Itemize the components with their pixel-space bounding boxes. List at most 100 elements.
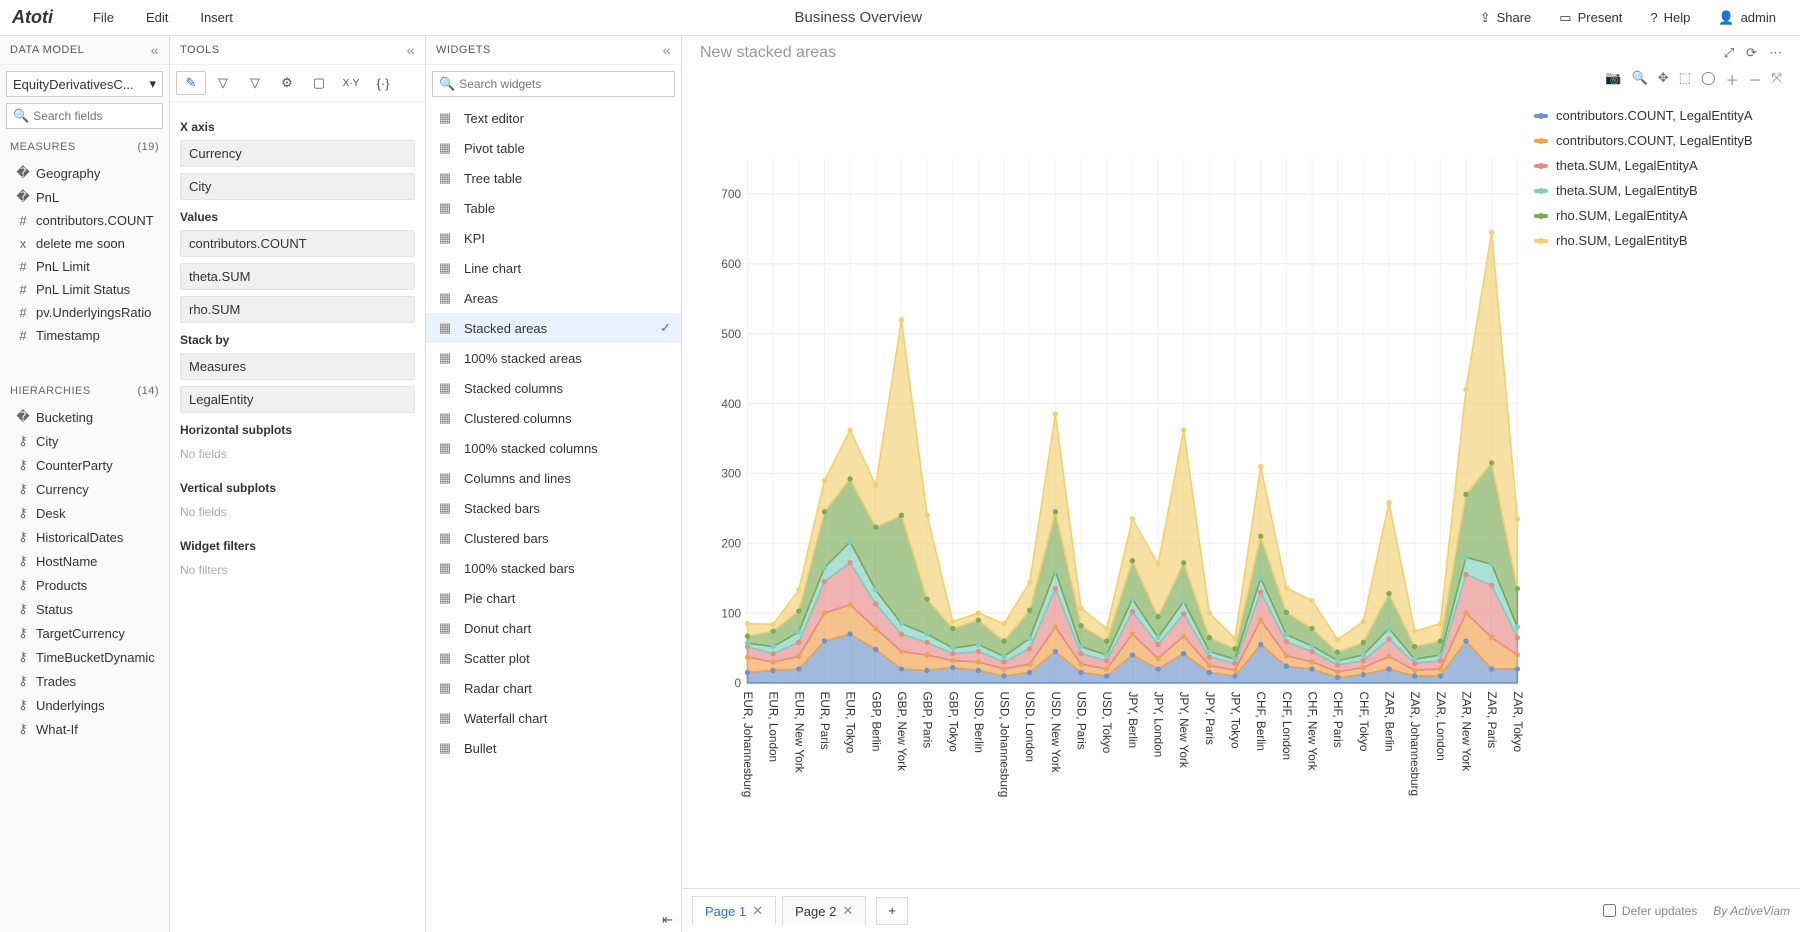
chart-title[interactable]: New stacked areas <box>700 44 836 62</box>
tool-tab-xy[interactable]: X·Y <box>336 71 366 95</box>
legend-item[interactable]: rho.SUM, LegalEntityA <box>1534 203 1782 228</box>
widget-option[interactable]: ▦Table <box>426 193 681 223</box>
widget-option[interactable]: ▦Stacked columns <box>426 373 681 403</box>
hierarchy-item[interactable]: ⚷TargetCurrency <box>0 621 169 645</box>
hierarchy-item[interactable]: ⚷Trades <box>0 669 169 693</box>
measure-item[interactable]: xdelete me soon <box>0 232 169 255</box>
widget-option[interactable]: ▦Stacked areas✓ <box>426 313 681 343</box>
defer-checkbox[interactable] <box>1603 904 1616 917</box>
widget-option[interactable]: ▦100% stacked bars <box>426 553 681 583</box>
hierarchy-item[interactable]: ⚷Underlyings <box>0 693 169 717</box>
collapse-tools-icon[interactable]: « <box>407 42 415 58</box>
autoscale-icon[interactable]: ⤧ <box>1772 70 1782 89</box>
widget-option[interactable]: ▦Tree table <box>426 163 681 193</box>
tool-tab-box[interactable]: ▢ <box>304 71 334 95</box>
help-button[interactable]: ?Help <box>1638 0 1702 36</box>
close-icon[interactable]: ✕ <box>842 903 853 919</box>
fields-search-input[interactable] <box>33 109 156 123</box>
plus-icon[interactable]: ＋ <box>1726 70 1739 89</box>
more-icon[interactable]: ⋯ <box>1769 45 1782 61</box>
widget-option[interactable]: ▦KPI <box>426 223 681 253</box>
legend-item[interactable]: rho.SUM, LegalEntityB <box>1534 228 1782 253</box>
refresh-icon[interactable]: ⟳ <box>1746 45 1757 61</box>
field-chip[interactable]: rho.SUM <box>180 296 415 323</box>
menu-file[interactable]: File <box>77 0 130 36</box>
hierarchy-item[interactable]: ⚷CounterParty <box>0 453 169 477</box>
hierarchy-item[interactable]: ⚷Status <box>0 597 169 621</box>
measure-item[interactable]: #contributors.COUNT <box>0 209 169 232</box>
cube-select[interactable]: EquityDerivativesC... ▾ <box>6 71 163 97</box>
widget-option[interactable]: ▦Waterfall chart <box>426 703 681 733</box>
field-chip[interactable]: contributors.COUNT <box>180 230 415 257</box>
lasso-icon[interactable]: ◯ <box>1701 70 1716 89</box>
menu-edit[interactable]: Edit <box>130 0 184 36</box>
hierarchy-item[interactable]: ⚷City <box>0 429 169 453</box>
widget-option[interactable]: ▦Pie chart <box>426 583 681 613</box>
field-chip[interactable]: Measures <box>180 353 415 380</box>
minus-icon[interactable]: － <box>1749 70 1762 89</box>
widgets-search[interactable]: 🔍 <box>432 71 675 97</box>
hierarchy-item[interactable]: ⚷What-If <box>0 717 169 741</box>
widget-option[interactable]: ▦Columns and lines <box>426 463 681 493</box>
select-icon[interactable]: ⬚ <box>1679 70 1691 89</box>
close-icon[interactable]: ✕ <box>752 903 763 919</box>
widget-option[interactable]: ▦Areas <box>426 283 681 313</box>
collapse-data-model-icon[interactable]: « <box>151 42 159 58</box>
widget-option[interactable]: ▦Clustered bars <box>426 523 681 553</box>
hierarchy-item[interactable]: ⚷Desk <box>0 501 169 525</box>
measure-item[interactable]: #pv.UnderlyingsRatio <box>0 301 169 324</box>
hierarchy-item[interactable]: ⚷HostName <box>0 549 169 573</box>
hierarchy-item[interactable]: ⚷HistoricalDates <box>0 525 169 549</box>
widget-option[interactable]: ▦Line chart <box>426 253 681 283</box>
hierarchy-item[interactable]: ⚷Products <box>0 573 169 597</box>
pan-icon[interactable]: ✥ <box>1658 70 1669 89</box>
measure-item[interactable]: #PnL Limit Status <box>0 278 169 301</box>
defer-updates[interactable]: Defer updates <box>1603 904 1697 918</box>
widget-option[interactable]: ▦Bullet <box>426 733 681 763</box>
widget-option[interactable]: ▦Scatter plot <box>426 643 681 673</box>
hierarchy-item[interactable]: ⚷TimeBucketDynamic <box>0 645 169 669</box>
collapse-widgets-icon[interactable]: « <box>663 42 671 58</box>
legend-item[interactable]: theta.SUM, LegalEntityB <box>1534 178 1782 203</box>
camera-icon[interactable]: 📷 <box>1605 70 1621 89</box>
zoom-icon[interactable]: 🔍 <box>1632 70 1648 89</box>
add-page-button[interactable]: + <box>876 897 908 925</box>
menu-insert[interactable]: Insert <box>184 0 249 36</box>
widget-option[interactable]: ▦Clustered columns <box>426 403 681 433</box>
legend-item[interactable]: contributors.COUNT, LegalEntityA <box>1534 103 1782 128</box>
legend-item[interactable]: theta.SUM, LegalEntityA <box>1534 153 1782 178</box>
share-button[interactable]: ⇪Share <box>1468 0 1544 36</box>
hierarchy-item[interactable]: �Bucketing <box>0 405 169 429</box>
tool-tab-filter[interactable]: ▽ <box>208 71 238 95</box>
widget-option[interactable]: ▦Donut chart <box>426 613 681 643</box>
field-chip[interactable]: City <box>180 173 415 200</box>
stacked-area-chart[interactable]: 0100200300400500600700EUR, JohannesburgE… <box>694 93 1528 888</box>
user-menu[interactable]: 👤admin <box>1706 0 1788 36</box>
measure-item[interactable]: �PnL <box>0 185 169 209</box>
expand-left-icon[interactable]: ⇤ <box>426 908 681 932</box>
page-tab[interactable]: Page 2 ✕ <box>782 896 866 925</box>
hierarchy-item[interactable]: ⚷Currency <box>0 477 169 501</box>
widget-option[interactable]: ▦100% stacked areas <box>426 343 681 373</box>
fullscreen-icon[interactable]: ⤢ <box>1724 45 1734 61</box>
widgets-search-input[interactable] <box>459 77 668 91</box>
tool-tab-edit[interactable]: ✎ <box>176 71 206 95</box>
legend-item[interactable]: contributors.COUNT, LegalEntityB <box>1534 128 1782 153</box>
dashboard-title[interactable]: Business Overview <box>249 9 1468 26</box>
field-chip[interactable]: theta.SUM <box>180 263 415 290</box>
widget-option[interactable]: ▦100% stacked columns <box>426 433 681 463</box>
page-tab[interactable]: Page 1 ✕ <box>692 896 776 925</box>
measure-item[interactable]: #PnL Limit <box>0 255 169 278</box>
field-chip[interactable]: LegalEntity <box>180 386 415 413</box>
widget-option[interactable]: ▦Text editor <box>426 103 681 133</box>
widget-option[interactable]: ▦Radar chart <box>426 673 681 703</box>
measure-item[interactable]: #Timestamp <box>0 324 169 347</box>
tool-tab-filter2[interactable]: ▽ <box>240 71 270 95</box>
fields-search[interactable]: 🔍 <box>6 103 163 129</box>
tool-tab-sliders[interactable]: ⚙ <box>272 71 302 95</box>
measure-item[interactable]: �Geography <box>0 161 169 185</box>
widget-option[interactable]: ▦Pivot table <box>426 133 681 163</box>
present-button[interactable]: ▭Present <box>1547 0 1634 36</box>
tool-tab-code[interactable]: {·} <box>368 71 398 95</box>
widget-option[interactable]: ▦Stacked bars <box>426 493 681 523</box>
